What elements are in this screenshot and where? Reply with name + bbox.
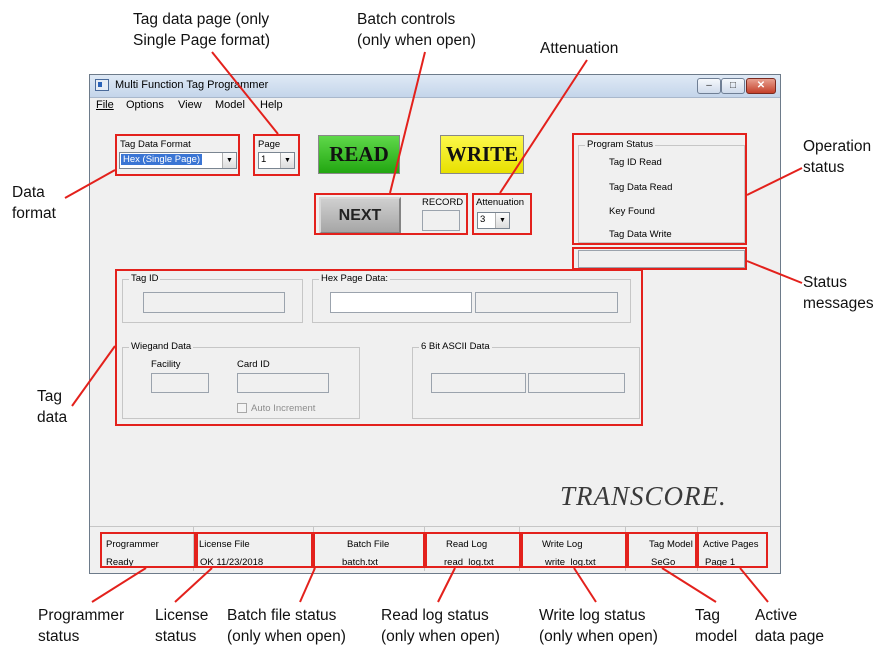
callout-read-log-status: Read log status (only when open) <box>381 607 500 645</box>
minimize-button[interactable]: – <box>697 78 721 94</box>
annotation-box-tag-data <box>115 269 643 426</box>
menu-bar: File Options View Model Help <box>90 97 780 114</box>
annotation-box-data-format <box>115 134 240 176</box>
annotation-box-write-log <box>521 532 627 568</box>
menu-model[interactable]: Model <box>215 99 245 111</box>
close-button[interactable]: ✕ <box>746 78 776 94</box>
annotation-box-page <box>253 134 300 176</box>
annotation-box-operation-status <box>572 133 747 245</box>
window-title: Multi Function Tag Programmer <box>115 79 269 91</box>
callout-write-log-status: Write log status (only when open) <box>539 607 658 645</box>
callout-license-status: License status <box>155 607 209 645</box>
callout-active-data-page: Active data page <box>755 607 824 645</box>
callout-programmer-status: Programmer status <box>38 607 125 645</box>
annotation-box-active-pages <box>697 532 768 568</box>
callout-batch-controls: Batch controls (only when open) <box>357 11 476 49</box>
callout-tag-model: Tag model <box>695 607 738 645</box>
callout-tag-data: Tag data <box>37 388 68 426</box>
maximize-button[interactable]: □ <box>721 78 745 94</box>
annotation-box-tag-model <box>627 532 697 568</box>
callout-tag-data-page: Tag data page (only Single Page format) <box>133 11 270 49</box>
callout-data-format: Data format <box>12 184 56 222</box>
callout-operation-status: Operation status <box>803 138 872 176</box>
read-button[interactable]: READ <box>318 135 400 174</box>
menu-help[interactable]: Help <box>260 99 283 111</box>
annotation-box-attenuation <box>472 193 532 235</box>
annotation-box-read-log <box>425 532 521 568</box>
annotation-box-batch-file <box>313 532 425 568</box>
menu-file[interactable]: File <box>96 99 114 111</box>
menu-options[interactable]: Options <box>126 99 164 111</box>
menu-view[interactable]: View <box>178 99 202 111</box>
app-icon <box>95 79 109 91</box>
callout-batch-file-status: Batch file status (only when open) <box>227 607 346 645</box>
transcore-logo: TRANSCORE. <box>560 481 727 511</box>
callout-status-messages: Status messages <box>803 274 874 312</box>
annotation-box-status-messages <box>572 247 747 270</box>
title-bar[interactable]: Multi Function Tag Programmer – □ ✕ <box>90 75 780 98</box>
annotation-box-batch-controls <box>314 193 468 235</box>
callout-attenuation: Attenuation <box>540 40 619 57</box>
write-button[interactable]: WRITE <box>440 135 524 174</box>
annotation-box-license <box>196 532 313 568</box>
annotation-box-programmer <box>100 532 196 568</box>
